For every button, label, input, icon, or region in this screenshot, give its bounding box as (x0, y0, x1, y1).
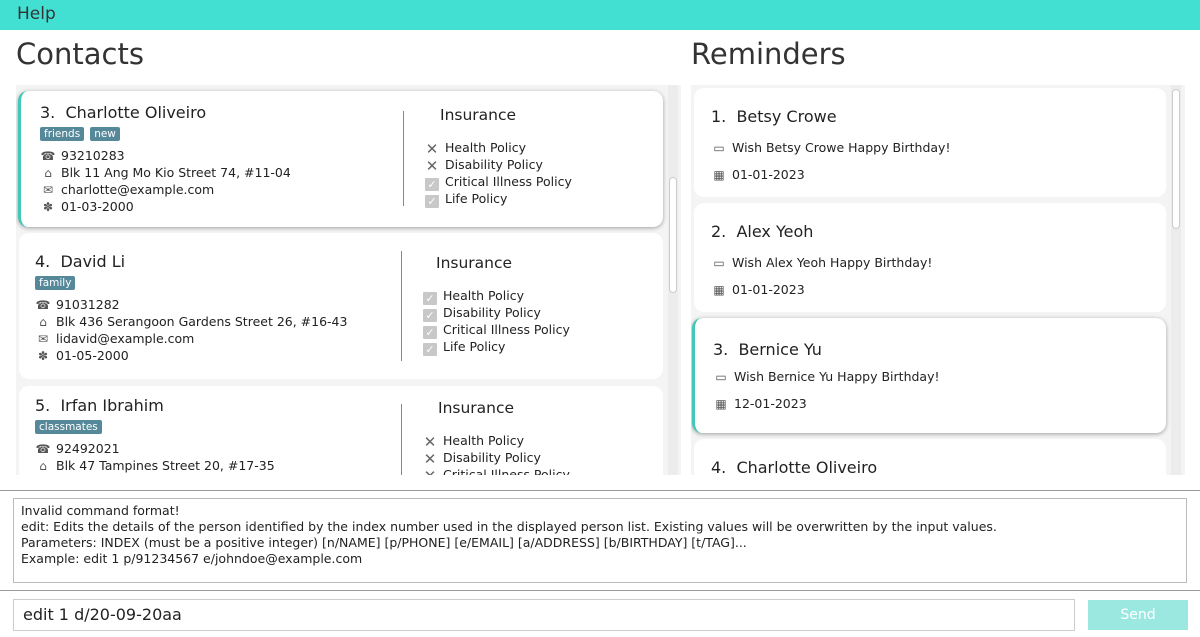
phone-row: ☎ 93210283 (40, 148, 125, 163)
policy-item: ✓ Disability Policy (423, 305, 541, 322)
command-input[interactable]: edit 1 d/20-09-20aa (13, 599, 1075, 631)
reminder-message: ▭ Wish Bernice Yu Happy Birthday! (713, 369, 939, 384)
divider (0, 590, 1200, 591)
tag: classmates (35, 420, 102, 434)
result-line: Parameters: INDEX (must be a positive in… (21, 535, 747, 550)
phone-row: ☎ 91031282 (35, 297, 120, 312)
result-display: Invalid command format! edit: Edits the … (13, 498, 1187, 583)
result-line: edit: Edits the details of the person id… (21, 519, 997, 534)
reminder-card[interactable]: 4. Charlotte Oliveiro (694, 439, 1166, 475)
note-icon: ▭ (713, 141, 725, 155)
email-icon: ✉ (42, 183, 54, 197)
policy-item: ✓ Life Policy (425, 191, 507, 208)
phone-icon: ☎ (35, 442, 51, 456)
contact-card[interactable]: 3. Charlotte Oliveiro friends new ☎ 93210… (18, 91, 663, 227)
email-icon: ✉ (37, 332, 49, 346)
reminders-title: Reminders (691, 37, 846, 71)
reminder-date: ▦ 01-01-2023 (711, 167, 804, 182)
contact-name: 5. Irfan Ibrahim (35, 396, 164, 415)
divider (401, 251, 402, 361)
insurance-title: Insurance (436, 254, 513, 272)
policy-item: ✓ Health Policy (423, 288, 524, 305)
result-line: Example: edit 1 p/91234567 e/johndoe@exa… (21, 551, 363, 566)
policy-item: ✓ Life Policy (423, 339, 505, 356)
x-icon: ✕ (423, 433, 437, 451)
contact-list[interactable]: 3. Charlotte Oliveiro friends new ☎ 93210… (16, 85, 681, 475)
checkbox-icon: ✓ (423, 292, 437, 305)
checkbox-icon: ✓ (423, 326, 437, 339)
policy-item: ✓ Critical Illness Policy (423, 322, 570, 339)
reminder-message: ▭ Wish Alex Yeoh Happy Birthday! (711, 255, 932, 270)
policy-item: ✓ Critical Illness Policy (425, 174, 572, 191)
policy-item: ✕ Disability Policy (423, 450, 541, 468)
birthday-row: ✽ 01-03-2000 (40, 199, 134, 214)
tag: family (35, 276, 76, 290)
calendar-icon: ▦ (713, 168, 725, 182)
contact-name: 3. Charlotte Oliveiro (40, 103, 207, 122)
tag-list: friends new (40, 127, 120, 141)
calendar-icon: ▦ (713, 283, 725, 297)
tag: new (90, 127, 120, 141)
policy-item: ✕ Health Policy (423, 433, 524, 451)
divider (401, 404, 402, 475)
contacts-title: Contacts (16, 37, 144, 71)
contacts-scroll-thumb[interactable] (669, 177, 677, 293)
tag: friends (40, 127, 85, 141)
calendar-icon: ▦ (715, 397, 727, 411)
menu-bar: Help (0, 0, 1200, 30)
menu-help[interactable]: Help (17, 4, 56, 24)
send-button[interactable]: Send (1088, 600, 1188, 630)
insurance-title: Insurance (440, 106, 517, 124)
reminder-card[interactable]: 1. Betsy Crowe ▭ Wish Betsy Crowe Happy B… (694, 88, 1166, 197)
address-row: ⌂ Blk 47 Tampines Street 20, #17-35 (35, 458, 274, 473)
x-icon: ✕ (425, 140, 439, 158)
reminder-name: 3. Bernice Yu (713, 340, 822, 359)
x-icon: ✕ (423, 450, 437, 468)
note-icon: ▭ (713, 256, 725, 270)
reminder-name: 2. Alex Yeoh (711, 222, 814, 241)
address-row: ⌂ Blk 436 Serangoon Gardens Street 26, #1… (35, 314, 347, 329)
phone-icon: ☎ (40, 149, 56, 163)
cake-icon: ✽ (37, 349, 49, 363)
phone-row: ☎ 92492021 (35, 441, 120, 456)
policy-item: ✕ Health Policy (425, 140, 526, 158)
reminders-scroll-thumb[interactable] (1172, 89, 1180, 229)
x-icon: ✕ (423, 469, 437, 476)
house-icon: ⌂ (39, 459, 47, 473)
insurance-title: Insurance (438, 399, 515, 417)
policy-item: ✕Critical Illness Policy (423, 467, 570, 475)
reminder-message: ▭ Wish Betsy Crowe Happy Birthday! (711, 140, 950, 155)
checkbox-icon: ✓ (423, 343, 437, 356)
address-row: ⌂ Blk 11 Ang Mo Kio Street 74, #11-04 (40, 165, 291, 180)
cake-icon: ✽ (42, 200, 54, 214)
reminder-date: ▦ 01-01-2023 (711, 282, 804, 297)
checkbox-icon: ✓ (425, 195, 439, 208)
phone-icon: ☎ (35, 298, 51, 312)
contact-card[interactable]: 5. Irfan Ibrahim classmates ☎ 92492021 ⌂ B… (19, 386, 663, 475)
reminder-list[interactable]: 1. Betsy Crowe ▭ Wish Betsy Crowe Happy B… (691, 85, 1185, 475)
house-icon: ⌂ (44, 166, 52, 180)
x-icon: ✕ (425, 157, 439, 175)
result-line: Invalid command format! (21, 503, 180, 518)
contact-name: 4. David Li (35, 252, 126, 271)
reminder-name: 1. Betsy Crowe (711, 107, 837, 126)
divider (0, 490, 1200, 491)
reminder-date: ▦ 12-01-2023 (713, 396, 806, 411)
divider (403, 111, 404, 206)
policy-item: ✕ Disability Policy (425, 157, 543, 175)
tag-list: family (35, 276, 76, 290)
reminder-card[interactable]: 3. Bernice Yu ▭ Wish Bernice Yu Happy Bir… (692, 318, 1166, 433)
email-row: ✉ charlotte@example.com (40, 182, 214, 197)
tag-list: classmates (35, 420, 102, 434)
house-icon: ⌂ (39, 315, 47, 329)
checkbox-icon: ✓ (423, 309, 437, 322)
checkbox-icon: ✓ (425, 178, 439, 191)
email-row: ✉ lidavid@example.com (35, 331, 194, 346)
contact-card[interactable]: 4. David Li family ☎ 91031282 ⌂ Blk 436 Se… (19, 233, 663, 379)
reminder-card[interactable]: 2. Alex Yeoh ▭ Wish Alex Yeoh Happy Birth… (694, 203, 1166, 312)
note-icon: ▭ (715, 370, 727, 384)
birthday-row: ✽ 01-05-2000 (35, 348, 129, 363)
reminder-name: 4. Charlotte Oliveiro (711, 458, 878, 475)
